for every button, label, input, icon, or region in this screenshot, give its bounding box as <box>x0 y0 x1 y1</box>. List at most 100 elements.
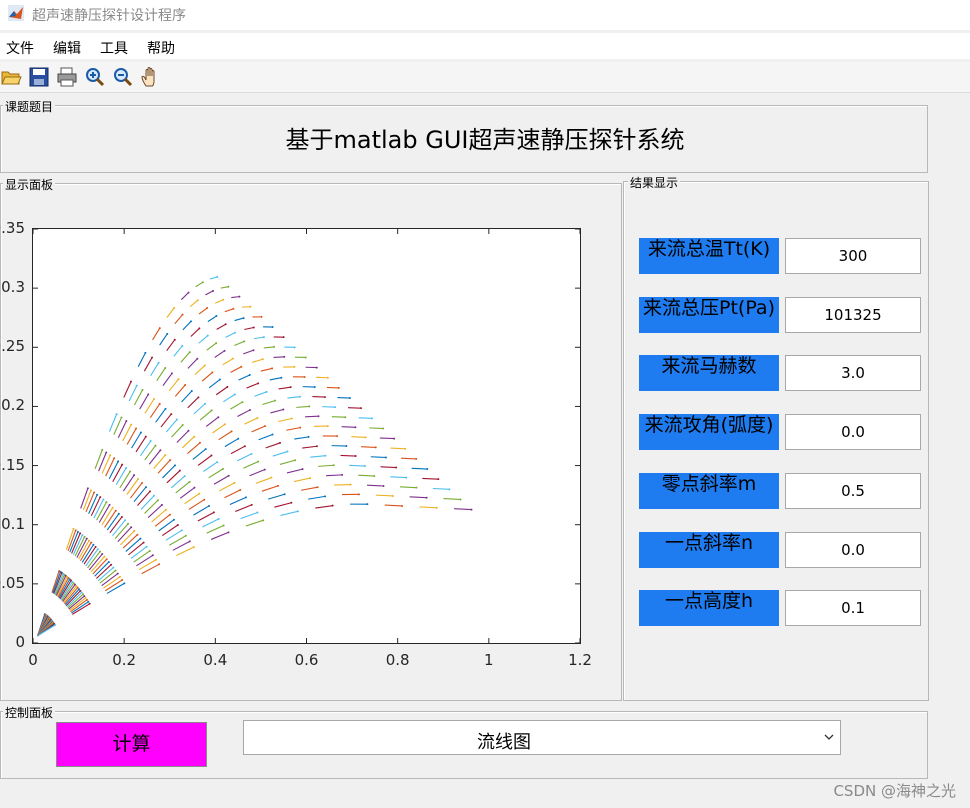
streamline-segment <box>249 469 265 477</box>
one-slope-field[interactable]: 0.0 <box>785 532 921 568</box>
chevron-down-icon[interactable] <box>822 730 836 744</box>
streamline-segment <box>213 475 229 485</box>
streamline-segment <box>180 351 191 363</box>
mach-number-field[interactable]: 3.0 <box>785 355 921 391</box>
streamline-segment <box>126 478 139 495</box>
streamline-point <box>309 477 312 480</box>
streamline-point <box>271 367 274 370</box>
streamline-segment <box>214 350 225 358</box>
menu-tools[interactable]: 工具 <box>100 38 128 58</box>
streamline-segment <box>144 398 155 414</box>
streamline-point <box>170 413 173 416</box>
streamline-segment <box>113 417 122 435</box>
page-title: 基于matlab GUI超声速静压探针系统 <box>285 126 685 154</box>
streamline-point <box>158 563 161 566</box>
menu-file[interactable]: 文件 <box>6 38 34 58</box>
streamline-segment <box>101 455 111 474</box>
pan-hand-icon[interactable] <box>140 66 162 88</box>
streamline-point <box>189 320 192 323</box>
streamline-point <box>391 494 394 497</box>
streamline-segment <box>286 468 303 474</box>
streamline-segment <box>358 474 375 477</box>
streamline-point <box>121 463 124 466</box>
streamline-point <box>125 419 128 422</box>
streamline-segment <box>108 461 119 480</box>
topic-panel-label: 课题题目 <box>3 98 56 115</box>
streamline-point <box>109 454 112 457</box>
streamline-point <box>326 376 329 379</box>
streamline-point <box>217 517 220 520</box>
print-icon[interactable] <box>56 66 78 88</box>
streamline-segment <box>208 468 224 479</box>
total-temperature-field[interactable]: 300 <box>785 238 921 274</box>
streamline-segment <box>137 490 151 506</box>
streamline-segment <box>220 286 229 289</box>
streamline-segment <box>149 403 161 419</box>
streamline-segment <box>422 477 439 480</box>
streamline-point <box>223 349 226 352</box>
streamline-segment <box>187 396 199 409</box>
streamline-point <box>166 332 169 335</box>
one-height-field[interactable]: 0.1 <box>785 590 921 626</box>
streamline-segment <box>194 365 206 376</box>
streamline-point <box>93 491 96 494</box>
streamline-point <box>215 315 218 318</box>
streamline-point <box>53 624 56 627</box>
streamline-point <box>293 346 296 349</box>
calculate-button[interactable]: 计算 <box>56 722 207 767</box>
zoom-in-icon[interactable] <box>84 66 106 88</box>
total-pressure-field[interactable]: 101325 <box>785 297 921 333</box>
streamline-segment <box>101 507 114 526</box>
attack-angle-field[interactable]: 0.0 <box>785 414 921 450</box>
attack-angle-label: 来流攻角(弧度) <box>639 414 779 450</box>
streamline-point <box>299 426 302 429</box>
streamline-segment <box>175 481 190 494</box>
plot-axes[interactable] <box>32 228 581 644</box>
streamline-segment <box>262 400 276 406</box>
streamline-point <box>198 327 201 330</box>
menu-help[interactable]: 帮助 <box>147 38 175 58</box>
plot-type-select[interactable]: 流线图 <box>243 720 841 755</box>
streamline-point <box>74 529 77 532</box>
streamline-point <box>129 470 132 473</box>
streamline-segment <box>258 433 273 441</box>
streamline-point <box>141 388 144 391</box>
open-icon[interactable] <box>0 66 22 88</box>
streamline-point <box>87 600 90 603</box>
streamline-point <box>116 572 119 575</box>
streamline-point <box>144 351 147 354</box>
streamline-segment <box>197 511 215 522</box>
streamline-point <box>148 490 151 493</box>
streamline-segment <box>340 454 356 457</box>
streamline-point <box>117 512 120 515</box>
streamline-segment <box>162 464 176 479</box>
streamline-segment <box>166 339 176 351</box>
mach-number-label: 来流马赫数 <box>639 355 779 391</box>
streamline-point <box>90 541 93 544</box>
streamline-segment <box>123 381 132 398</box>
streamline-segment <box>180 292 189 301</box>
streamline-point <box>426 468 429 471</box>
x-tick-label: 0.8 <box>385 651 410 669</box>
streamline-segment <box>216 323 226 330</box>
streamline-point <box>282 336 285 339</box>
streamline-point <box>110 563 113 566</box>
streamline-segment <box>384 504 403 507</box>
zero-slope-field[interactable]: 0.5 <box>785 473 921 509</box>
streamline-segment <box>269 377 282 381</box>
zoom-out-icon[interactable] <box>112 66 134 88</box>
streamline-point <box>121 579 124 582</box>
streamline-segment <box>261 485 279 492</box>
streamline-segment <box>197 455 212 466</box>
streamline-point <box>204 448 207 451</box>
streamline-segment <box>278 417 292 423</box>
streamline-point <box>79 532 82 535</box>
streamline-segment <box>210 531 229 540</box>
streamline-point <box>304 356 307 359</box>
streamline-point <box>238 295 241 298</box>
streamline-point <box>130 423 133 426</box>
menu-edit[interactable]: 编辑 <box>53 38 81 58</box>
window-titlebar: 超声速静压探针设计程序 <box>0 0 970 30</box>
streamline-segment <box>93 499 104 519</box>
save-icon[interactable] <box>28 66 50 88</box>
